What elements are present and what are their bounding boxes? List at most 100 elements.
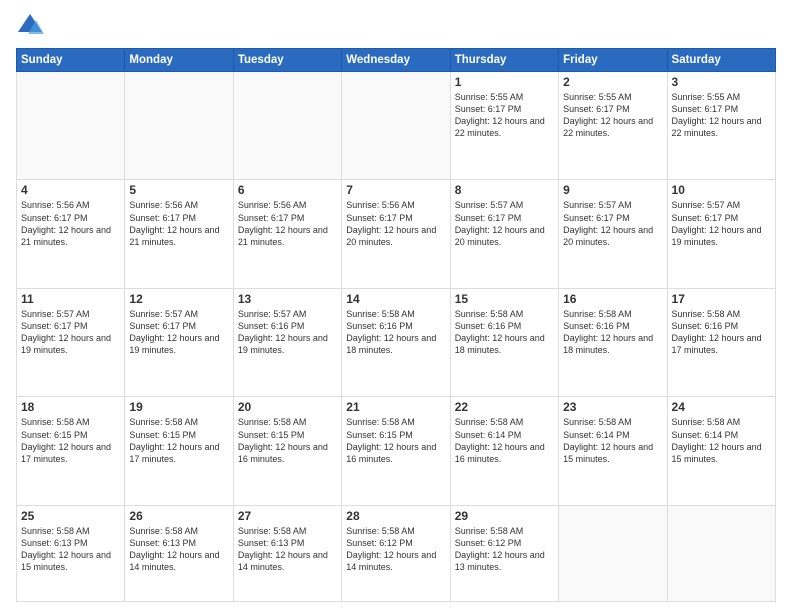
logo-icon xyxy=(16,12,44,40)
cell-info: Sunrise: 5:58 AMSunset: 6:14 PMDaylight:… xyxy=(563,416,662,465)
day-number: 21 xyxy=(346,400,445,414)
cell-info: Sunrise: 5:58 AMSunset: 6:13 PMDaylight:… xyxy=(129,525,228,574)
calendar-cell: 21 Sunrise: 5:58 AMSunset: 6:15 PMDayligh… xyxy=(342,397,450,505)
cell-info: Sunrise: 5:58 AMSunset: 6:15 PMDaylight:… xyxy=(129,416,228,465)
calendar-cell: 5Sunrise: 5:56 AMSunset: 6:17 PMDaylight… xyxy=(125,180,233,288)
calendar-cell: 20 Sunrise: 5:58 AMSunset: 6:15 PMDayligh… xyxy=(233,397,341,505)
cell-info: Sunrise: 5:58 AMSunset: 6:14 PMDaylight:… xyxy=(455,416,554,465)
calendar-cell xyxy=(17,72,125,180)
cell-info: Sunrise: 5:57 AMSunset: 6:17 PMDaylight:… xyxy=(563,199,662,248)
cell-info: Sunrise: 5:58 AMSunset: 6:16 PMDaylight:… xyxy=(563,308,662,357)
calendar-cell: 7Sunrise: 5:56 AMSunset: 6:17 PMDaylight… xyxy=(342,180,450,288)
day-number: 22 xyxy=(455,400,554,414)
cell-info: Sunrise: 5:58 AMSunset: 6:15 PMDaylight:… xyxy=(21,416,120,465)
calendar-cell xyxy=(342,72,450,180)
calendar-cell: 17 Sunrise: 5:58 AMSunset: 6:16 PMDayligh… xyxy=(667,288,775,396)
day-number: 23 xyxy=(563,400,662,414)
calendar-cell: 1Sunrise: 5:55 AMSunset: 6:17 PMDaylight… xyxy=(450,72,558,180)
day-number: 10 xyxy=(672,183,771,197)
day-number: 27 xyxy=(238,509,337,523)
cell-info: Sunrise: 5:58 AMSunset: 6:16 PMDaylight:… xyxy=(672,308,771,357)
calendar-header-row: SundayMondayTuesdayWednesdayThursdayFrid… xyxy=(17,49,776,72)
cell-info: Sunrise: 5:55 AMSunset: 6:17 PMDaylight:… xyxy=(563,91,662,140)
day-number: 29 xyxy=(455,509,554,523)
cell-info: Sunrise: 5:58 AMSunset: 6:16 PMDaylight:… xyxy=(455,308,554,357)
calendar-cell: 25Sunrise: 5:58 AMSunset: 6:13 PMDayligh… xyxy=(17,505,125,601)
day-header-saturday: Saturday xyxy=(667,49,775,72)
day-number: 14 xyxy=(346,292,445,306)
day-number: 8 xyxy=(455,183,554,197)
day-header-friday: Friday xyxy=(559,49,667,72)
cell-info: Sunrise: 5:58 AMSunset: 6:12 PMDaylight:… xyxy=(455,525,554,574)
cell-info: Sunrise: 5:58 AMSunset: 6:15 PMDaylight:… xyxy=(238,416,337,465)
day-number: 4 xyxy=(21,183,120,197)
cell-info: Sunrise: 5:57 AMSunset: 6:17 PMDaylight:… xyxy=(455,199,554,248)
day-number: 3 xyxy=(672,75,771,89)
calendar-cell: 3 Sunrise: 5:55 AMSunset: 6:17 PMDaylight… xyxy=(667,72,775,180)
calendar-week-4: 25 Sunrise: 5:58 AMSunset: 6:13 PMDayligh… xyxy=(17,505,776,601)
cell-info: Sunrise: 5:57 AMSunset: 6:16 PMDaylight:… xyxy=(238,308,337,357)
day-header-tuesday: Tuesday xyxy=(233,49,341,72)
calendar-cell: 16 Sunrise: 5:58 AMSunset: 6:16 PMDayligh… xyxy=(559,288,667,396)
calendar-week-0: 1Sunrise: 5:55 AMSunset: 6:17 PMDaylight… xyxy=(17,72,776,180)
calendar-cell xyxy=(233,72,341,180)
day-number: 2 xyxy=(563,75,662,89)
cell-info: Sunrise: 5:58 AMSunset: 6:14 PMDaylight:… xyxy=(672,416,771,465)
logo xyxy=(16,12,48,40)
cell-info: Sunrise: 5:58 AMSunset: 6:13 PMDaylight:… xyxy=(238,525,337,574)
day-number: 17 xyxy=(672,292,771,306)
cell-info: Sunrise: 5:55 AMSunset: 6:17 PMDaylight:… xyxy=(672,91,771,140)
page: SundayMondayTuesdayWednesdayThursdayFrid… xyxy=(0,0,792,612)
calendar-cell xyxy=(125,72,233,180)
calendar-cell xyxy=(667,505,775,601)
calendar-cell: 22 Sunrise: 5:58 AMSunset: 6:14 PMDayligh… xyxy=(450,397,558,505)
calendar-week-3: 18 Sunrise: 5:58 AMSunset: 6:15 PMDayligh… xyxy=(17,397,776,505)
calendar-cell xyxy=(559,505,667,601)
cell-info: Sunrise: 5:56 AMSunset: 6:17 PMDaylight:… xyxy=(129,199,228,248)
day-number: 13 xyxy=(238,292,337,306)
calendar-cell: 28 Sunrise: 5:58 AMSunset: 6:12 PMDayligh… xyxy=(342,505,450,601)
day-number: 18 xyxy=(21,400,120,414)
day-header-thursday: Thursday xyxy=(450,49,558,72)
day-number: 9 xyxy=(563,183,662,197)
calendar-cell: 26 Sunrise: 5:58 AMSunset: 6:13 PMDayligh… xyxy=(125,505,233,601)
cell-info: Sunrise: 5:57 AMSunset: 6:17 PMDaylight:… xyxy=(21,308,120,357)
cell-info: Sunrise: 5:56 AMSunset: 6:17 PMDaylight:… xyxy=(238,199,337,248)
calendar-cell: 12 Sunrise: 5:57 AMSunset: 6:17 PMDayligh… xyxy=(125,288,233,396)
calendar-cell: 10Sunrise: 5:57 AMSunset: 6:17 PMDayligh… xyxy=(667,180,775,288)
calendar-cell: 15 Sunrise: 5:58 AMSunset: 6:16 PMDayligh… xyxy=(450,288,558,396)
day-number: 6 xyxy=(238,183,337,197)
calendar-cell: 4 Sunrise: 5:56 AMSunset: 6:17 PMDaylight… xyxy=(17,180,125,288)
day-number: 24 xyxy=(672,400,771,414)
day-number: 16 xyxy=(563,292,662,306)
day-number: 26 xyxy=(129,509,228,523)
calendar-cell: 29 Sunrise: 5:58 AMSunset: 6:12 PMDayligh… xyxy=(450,505,558,601)
calendar-week-1: 4 Sunrise: 5:56 AMSunset: 6:17 PMDaylight… xyxy=(17,180,776,288)
cell-info: Sunrise: 5:57 AMSunset: 6:17 PMDaylight:… xyxy=(129,308,228,357)
day-number: 15 xyxy=(455,292,554,306)
calendar-cell: 23 Sunrise: 5:58 AMSunset: 6:14 PMDayligh… xyxy=(559,397,667,505)
calendar-cell: 9 Sunrise: 5:57 AMSunset: 6:17 PMDaylight… xyxy=(559,180,667,288)
day-header-monday: Monday xyxy=(125,49,233,72)
cell-info: Sunrise: 5:58 AMSunset: 6:16 PMDaylight:… xyxy=(346,308,445,357)
cell-info: Sunrise: 5:58 AMSunset: 6:15 PMDaylight:… xyxy=(346,416,445,465)
day-number: 25 xyxy=(21,509,120,523)
day-number: 20 xyxy=(238,400,337,414)
calendar-table: SundayMondayTuesdayWednesdayThursdayFrid… xyxy=(16,48,776,602)
calendar-cell: 8 Sunrise: 5:57 AMSunset: 6:17 PMDaylight… xyxy=(450,180,558,288)
day-header-wednesday: Wednesday xyxy=(342,49,450,72)
calendar-cell: 24 Sunrise: 5:58 AMSunset: 6:14 PMDayligh… xyxy=(667,397,775,505)
day-number: 11 xyxy=(21,292,120,306)
cell-info: Sunrise: 5:58 AMSunset: 6:12 PMDaylight:… xyxy=(346,525,445,574)
calendar-cell: 14 Sunrise: 5:58 AMSunset: 6:16 PMDayligh… xyxy=(342,288,450,396)
day-number: 12 xyxy=(129,292,228,306)
calendar-cell: 11 Sunrise: 5:57 AMSunset: 6:17 PMDayligh… xyxy=(17,288,125,396)
cell-info: Sunrise: 5:55 AMSunset: 6:17 PMDaylight:… xyxy=(455,91,554,140)
calendar-cell: 27 Sunrise: 5:58 AMSunset: 6:13 PMDayligh… xyxy=(233,505,341,601)
calendar-cell: 2 Sunrise: 5:55 AMSunset: 6:17 PMDaylight… xyxy=(559,72,667,180)
day-number: 28 xyxy=(346,509,445,523)
calendar-cell: 6 Sunrise: 5:56 AMSunset: 6:17 PMDaylight… xyxy=(233,180,341,288)
day-number: 19 xyxy=(129,400,228,414)
cell-info: Sunrise: 5:56 AMSunset: 6:17 PMDaylight:… xyxy=(21,199,120,248)
cell-info: Sunrise: 5:56 AMSunset: 6:17 PMDaylight:… xyxy=(346,199,445,248)
